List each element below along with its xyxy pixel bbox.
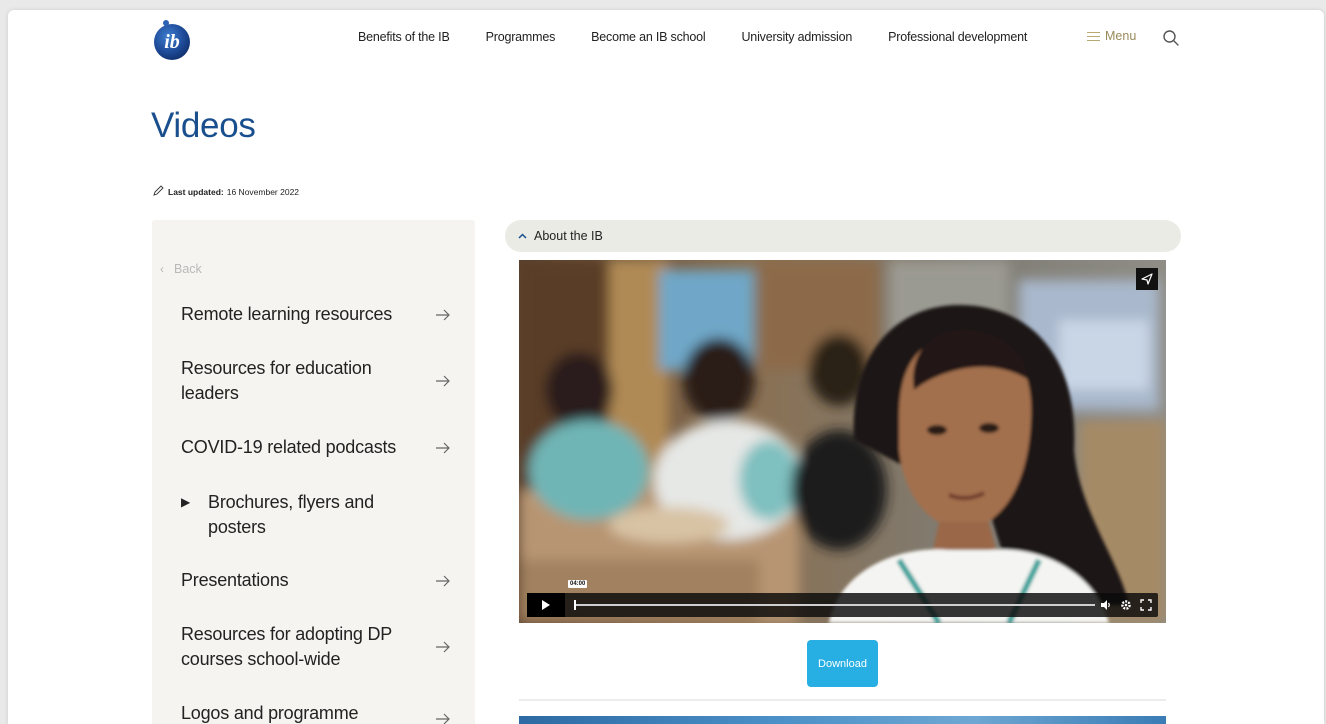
last-updated-date: 16 November 2022: [226, 186, 300, 197]
sidebar-item-label: COVID-19 related podcasts: [181, 437, 397, 457]
menu-button[interactable]: Menu: [1087, 29, 1136, 43]
sidebar-item-covid-podcasts[interactable]: COVID-19 related podcasts: [181, 435, 451, 460]
nav-become-school[interactable]: Become an IB school: [591, 30, 706, 44]
time-display: 04:00: [568, 580, 588, 588]
main-nav: Benefits of the IB Programmes Become an …: [358, 30, 1027, 44]
arrow-right-icon: [436, 713, 450, 724]
progress-bar[interactable]: [575, 604, 1095, 606]
gear-icon[interactable]: [1120, 599, 1132, 611]
site-header: ib Benefits of the IB Programmes Become …: [8, 10, 1324, 70]
video-controls: 04:00: [527, 580, 1158, 617]
logo-text: ib: [164, 31, 180, 53]
ib-logo[interactable]: ib: [152, 18, 192, 62]
chevron-up-icon: [518, 233, 527, 239]
accordion-about-ib[interactable]: About the IB: [505, 220, 1181, 252]
nav-university-admission[interactable]: University admission: [741, 30, 852, 44]
share-button[interactable]: [1136, 268, 1158, 290]
video-player[interactable]: 04:00: [519, 260, 1166, 623]
page-title: Videos: [151, 106, 256, 145]
next-video-thumbnail[interactable]: [519, 716, 1166, 724]
arrow-right-icon: [436, 641, 450, 653]
sidebar-item-label: Brochures, flyers and posters: [208, 492, 374, 537]
progress-handle[interactable]: [574, 600, 576, 610]
sidebar-item-label: Resources for education leaders: [181, 358, 372, 403]
back-label: Back: [174, 262, 202, 276]
accordion-label: About the IB: [534, 229, 603, 243]
nav-professional-development[interactable]: Professional development: [888, 30, 1027, 44]
sidebar-item-label: Resources for adopting DP courses school…: [181, 624, 392, 669]
pencil-icon: [153, 185, 164, 198]
volume-icon[interactable]: [1100, 599, 1112, 611]
back-link[interactable]: ‹ Back: [160, 262, 202, 276]
play-icon: [542, 600, 550, 610]
menu-label: Menu: [1105, 29, 1137, 43]
play-button[interactable]: [527, 593, 565, 617]
fullscreen-icon[interactable]: [1140, 599, 1152, 611]
nav-benefits[interactable]: Benefits of the IB: [358, 30, 450, 44]
chevron-left-icon: ‹: [160, 262, 164, 276]
arrow-right-icon: [436, 309, 450, 320]
arrow-right-icon: [436, 575, 450, 586]
sidebar: ‹ Back Remote learning resources Resourc…: [152, 220, 475, 724]
sidebar-item-presentations[interactable]: Presentations: [181, 568, 451, 593]
sidebar-item-logos[interactable]: Logos and programme: [181, 701, 451, 724]
sidebar-item-adopting-dp[interactable]: Resources for adopting DP courses school…: [181, 622, 451, 672]
page: ib Benefits of the IB Programmes Become …: [8, 10, 1324, 724]
video-thumbnail: [519, 260, 1166, 623]
sidebar-item-education-leaders[interactable]: Resources for education leaders: [181, 356, 451, 406]
download-button[interactable]: Download: [807, 640, 878, 687]
share-icon: [1141, 273, 1153, 285]
triangle-right-icon: ▶: [181, 495, 191, 509]
sidebar-item-remote-learning[interactable]: Remote learning resources: [181, 302, 451, 327]
sidebar-item-brochures[interactable]: ▶ Brochures, flyers and posters: [181, 490, 451, 540]
sidebar-item-label: Remote learning resources: [181, 304, 393, 324]
sidebar-item-label: Logos and programme: [181, 703, 359, 723]
nav-programmes[interactable]: Programmes: [486, 30, 556, 44]
last-updated-label: Last updated:: [168, 186, 224, 197]
hamburger-icon: [1087, 31, 1100, 41]
last-updated: Last updated: 16 November 2022: [153, 185, 299, 198]
divider: [519, 699, 1166, 701]
arrow-right-icon: [436, 442, 450, 453]
sidebar-item-label: Presentations: [181, 570, 289, 590]
arrow-right-icon: [436, 375, 450, 387]
search-icon[interactable]: [1162, 29, 1180, 47]
